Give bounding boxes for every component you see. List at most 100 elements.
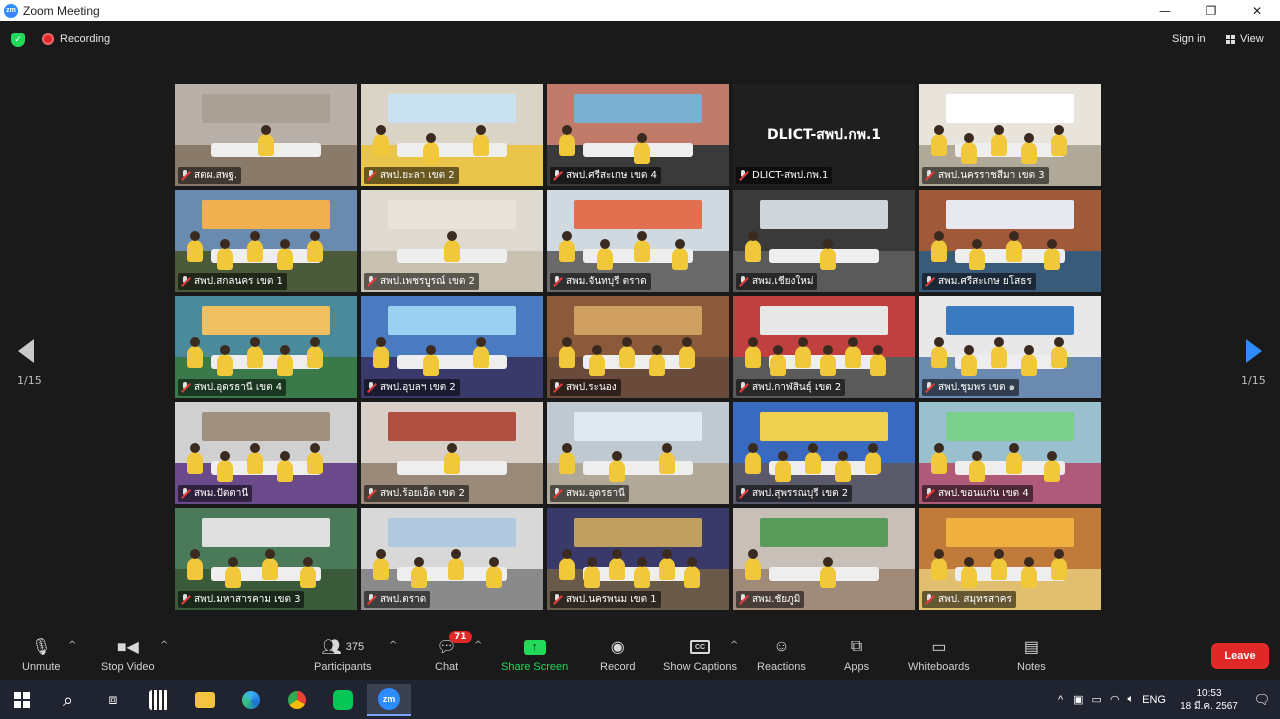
participant-video-tile[interactable]: สพป.ตราด [361,508,543,610]
participant-name-tag: สตผ.สพฐ. [178,167,242,184]
recording-indicator[interactable]: Recording [42,33,110,45]
notifications-icon[interactable]: 🗨︎ [1244,692,1280,708]
task-view-button[interactable]: ⧈ [91,684,135,716]
notes-button[interactable]: ▤ Notes [1017,636,1046,673]
participant-video-tile[interactable]: สพป.สกลนคร เขต 1 [175,190,357,292]
participant-name: สพม.เชียงใหม่ [752,276,814,287]
start-button[interactable] [0,684,44,716]
muted-mic-icon [552,276,562,287]
close-button[interactable]: ✕ [1234,0,1280,21]
window-title: Zoom Meeting [23,3,100,18]
participant-video-tile[interactable]: สพป.นครพนม เขต 1 [547,508,729,610]
participant-name-tag: สพป.เพชรบูรณ์ เขต 2 [364,273,479,290]
leave-button[interactable]: Leave [1211,643,1269,669]
participant-video-tile[interactable]: สพป.ยะลา เขต 2 [361,84,543,186]
battery-icon[interactable]: ▭ [1092,693,1102,706]
participant-video-tile[interactable]: สพป.ชุมพร เขต ๑ [919,296,1101,398]
stop-video-button[interactable]: ■◀ Stop Video [101,636,155,673]
participant-name-tag: สพป.อุดรธานี เขต 4 [178,379,287,396]
captions-chevron-icon[interactable]: ^ [730,640,738,651]
participant-video-tile[interactable]: สพม.ชัยภูมิ [733,508,915,610]
apps-button[interactable]: ⧉ Apps [844,636,869,673]
participant-video-tile[interactable]: สพป. สมุทรสาคร [919,508,1101,610]
participant-video-tile[interactable]: สพป.นครราชสีมา เขต 3 [919,84,1101,186]
share-screen-label: Share Screen [501,661,569,673]
language-indicator[interactable]: ENG [1142,694,1166,706]
qr-app-button[interactable] [137,684,181,716]
participant-video-tile[interactable]: สพป.ร้อยเอ็ด เขต 2 [361,402,543,504]
participant-video-tile[interactable]: สพม.เชียงใหม่ [733,190,915,292]
reactions-button[interactable]: ☺ Reactions [757,636,806,673]
participant-name: สพม.อุดรธานี [566,488,625,499]
participant-name: สพป.ร้อยเอ็ด เขต 2 [380,488,465,499]
participant-name: สพป.มหาสารคาม เขต 3 [194,594,301,605]
participant-video-tile[interactable]: สพม.ศรีสะเกษ ยโสธร [919,190,1101,292]
participant-name: สพป.ตราด [380,594,427,605]
muted-mic-icon [366,276,376,287]
minimize-button[interactable]: — [1142,0,1188,21]
participant-name-tag: สพป.อุบลฯ เขต 2 [364,379,460,396]
participant-video-tile[interactable]: สตผ.สพฐ. [175,84,357,186]
previous-page-arrow-icon[interactable] [18,339,34,363]
next-page-arrow-icon[interactable] [1246,339,1262,363]
file-explorer-button[interactable] [183,684,227,716]
participant-name: สพป.สกลนคร เขต 1 [194,276,283,287]
view-button[interactable]: View [1226,33,1264,45]
muted-mic-icon [738,488,748,499]
muted-mic-icon [552,170,562,181]
unmute-button[interactable]: 🎙︎ Unmute [22,636,61,673]
muted-mic-icon [738,594,748,605]
participant-name-tag: สพม.ปัตตานี [178,485,253,502]
sign-in-link[interactable]: Sign in [1172,33,1206,45]
chrome-browser-button[interactable] [275,684,319,716]
record-label: Record [600,661,636,673]
participant-video-tile[interactable]: สพป.ศรีสะเกษ เขต 4 [547,84,729,186]
participant-video-tile[interactable]: สพป.สุพรรณบุรี เขต 2 [733,402,915,504]
clock[interactable]: 10:53 18 มี.ค. 2567 [1174,687,1244,713]
video-options-chevron-icon[interactable]: ^ [160,640,168,651]
participant-video-tile[interactable]: สพป.เพชรบูรณ์ เขต 2 [361,190,543,292]
participant-video-tile[interactable]: สพป.มหาสารคาม เขต 3 [175,508,357,610]
participant-name-tag: สพป.นครพนม เขต 1 [550,591,661,608]
wifi-icon[interactable]: ◠ [1110,693,1120,706]
audio-options-chevron-icon[interactable]: ^ [68,640,76,651]
security-shield-icon[interactable]: ✓ [11,33,25,47]
maximize-button[interactable]: ❐ [1188,0,1234,21]
zoom-taskbar-button[interactable]: zm [367,684,411,716]
participants-button[interactable]: 👥︎ 375 Participants [314,636,371,673]
participant-name-tag: สพป.มหาสารคาม เขต 3 [178,591,305,608]
share-screen-button[interactable]: ↑ Share Screen [501,636,568,673]
window-controls: — ❐ ✕ [1142,0,1280,21]
whiteboards-button[interactable]: ▭ Whiteboards [908,636,970,673]
show-captions-button[interactable]: CC Show Captions [663,636,737,673]
participant-name: สพม.ศรีสะเกษ ยโสธร [938,276,1032,287]
participant-video-tile[interactable]: สพป.ระนอง [547,296,729,398]
participant-video-tile[interactable]: สพม.อุดรธานี [547,402,729,504]
participant-video-tile[interactable]: สพป.อุดรธานี เขต 4 [175,296,357,398]
participant-video-tile[interactable]: สพม.ปัตตานี [175,402,357,504]
participant-video-tile[interactable]: สพป.กาฬสินธุ์ เขต 2 [733,296,915,398]
record-icon: ◉ [610,639,625,656]
participants-chevron-icon[interactable]: ^ [389,640,397,651]
participant-name: สพป.เพชรบูรณ์ เขต 2 [380,276,475,287]
search-button[interactable]: ⌕ [46,684,90,716]
participant-video-tile[interactable]: DLICT-สพป.กพ.1 DLICT-สพป.กพ.1 [733,84,915,186]
meet-now-icon[interactable]: ▣ [1073,693,1083,706]
recording-dot-icon [42,33,54,45]
muted-mic-icon [552,488,562,499]
line-app-button[interactable] [321,684,365,716]
participant-name: สพป.นครพนม เขต 1 [566,594,657,605]
muted-mic-icon [924,276,934,287]
chat-chevron-icon[interactable]: ^ [474,640,482,651]
edge-browser-button[interactable] [229,684,273,716]
participant-name: สพป.นครราชสีมา เขต 3 [938,170,1045,181]
volume-icon[interactable]: 🔈︎ [1128,693,1135,706]
participant-name-tag: สพป.กาฬสินธุ์ เขต 2 [736,379,846,396]
show-hidden-icons-chevron-icon[interactable]: ^ [1058,694,1063,706]
participant-video-tile[interactable]: สพป.อุบลฯ เขต 2 [361,296,543,398]
participant-name-tag: สพป.สุพรรณบุรี เขต 2 [736,485,853,502]
participant-video-tile[interactable]: สพม.จันทบุรี ตราด [547,190,729,292]
participant-video-tile[interactable]: สพป.ขอนแก่น เขต 4 [919,402,1101,504]
participant-name-tag: สพป.ระนอง [550,379,621,396]
record-button[interactable]: ◉ Record [600,636,635,673]
